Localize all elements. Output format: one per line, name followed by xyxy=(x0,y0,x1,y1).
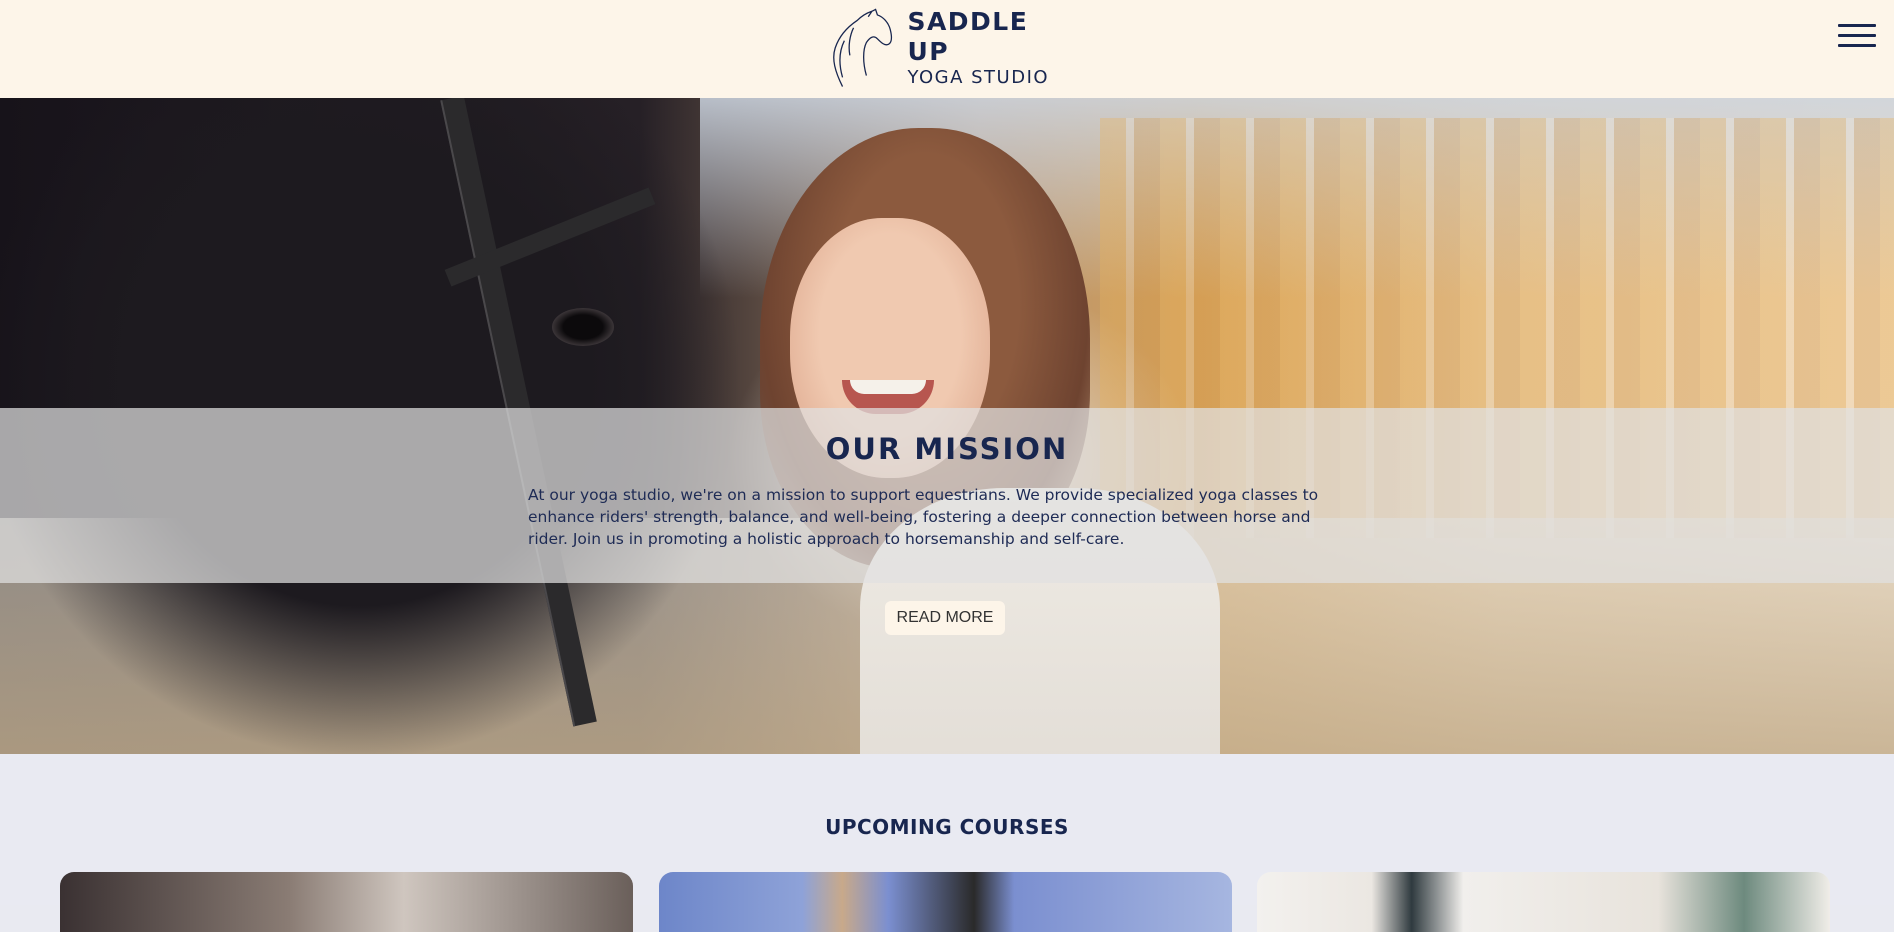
hamburger-menu-icon[interactable] xyxy=(1838,22,1876,50)
menu-line xyxy=(1838,24,1876,27)
mission-title: OUR MISSION xyxy=(825,432,1069,466)
course-card-image[interactable] xyxy=(659,872,1232,932)
logo-subtitle: YOGA STUDIO xyxy=(907,67,1050,88)
logo[interactable]: SADDLE UP YOGA STUDIO xyxy=(826,4,1066,92)
read-more-button[interactable]: READ MORE xyxy=(885,601,1005,635)
courses-title: UPCOMING COURSES xyxy=(825,815,1069,839)
mission-text: At our yoga studio, we're on a mission t… xyxy=(528,486,1319,548)
horse-eye xyxy=(552,308,614,346)
horse-head-icon xyxy=(833,8,893,87)
course-card-image[interactable] xyxy=(1257,872,1830,932)
menu-line xyxy=(1838,44,1876,47)
menu-line xyxy=(1838,34,1876,37)
logo-text: SADDLE UP YOGA STUDIO xyxy=(907,7,1066,89)
course-card-image[interactable] xyxy=(60,872,633,932)
site-header: SADDLE UP YOGA STUDIO xyxy=(0,0,1894,98)
logo-title: SADDLE UP xyxy=(907,7,1029,66)
